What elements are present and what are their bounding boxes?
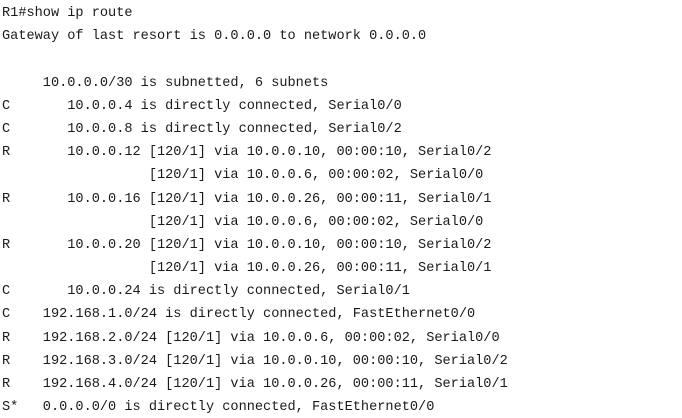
gateway-of-last-resort: Gateway of last resort is 0.0.0.0 to net… bbox=[2, 29, 427, 45]
route-entry: C 192.168.1.0/24 is directly connected, … bbox=[2, 307, 476, 323]
route-entry-continuation: [120/1] via 10.0.0.6, 00:00:02, Serial0/… bbox=[2, 214, 484, 230]
route-entry: R 10.0.0.12 [120/1] via 10.0.0.10, 00:00… bbox=[2, 145, 492, 161]
terminal-output[interactable]: R1#show ip route Gateway of last resort … bbox=[0, 0, 682, 418]
route-entry: R 192.168.3.0/24 [120/1] via 10.0.0.10, … bbox=[2, 353, 508, 369]
route-entry: C 10.0.0.24 is directly connected, Seria… bbox=[2, 284, 410, 300]
route-entry-continuation: [120/1] via 10.0.0.6, 00:00:02, Serial0/… bbox=[2, 168, 484, 184]
route-entry: R 192.168.4.0/24 [120/1] via 10.0.0.26, … bbox=[2, 377, 508, 392]
subnet-summary: 10.0.0.0/30 is subnetted, 6 subnets bbox=[2, 75, 329, 91]
command-line: R1#show ip route bbox=[2, 6, 133, 21]
default-route-entry: S* 0.0.0.0/0 is directly connected, Fast… bbox=[2, 400, 435, 416]
route-entry-continuation: [120/1] via 10.0.0.26, 00:00:11, Serial0… bbox=[2, 261, 492, 277]
route-entry: R 10.0.0.20 [120/1] via 10.0.0.10, 00:00… bbox=[2, 237, 492, 253]
route-entry: C 10.0.0.4 is directly connected, Serial… bbox=[2, 98, 402, 114]
route-entry: R 10.0.0.16 [120/1] via 10.0.0.26, 00:00… bbox=[2, 191, 492, 207]
route-entry: R 192.168.2.0/24 [120/1] via 10.0.0.6, 0… bbox=[2, 330, 500, 346]
route-entry: C 10.0.0.8 is directly connected, Serial… bbox=[2, 121, 402, 137]
